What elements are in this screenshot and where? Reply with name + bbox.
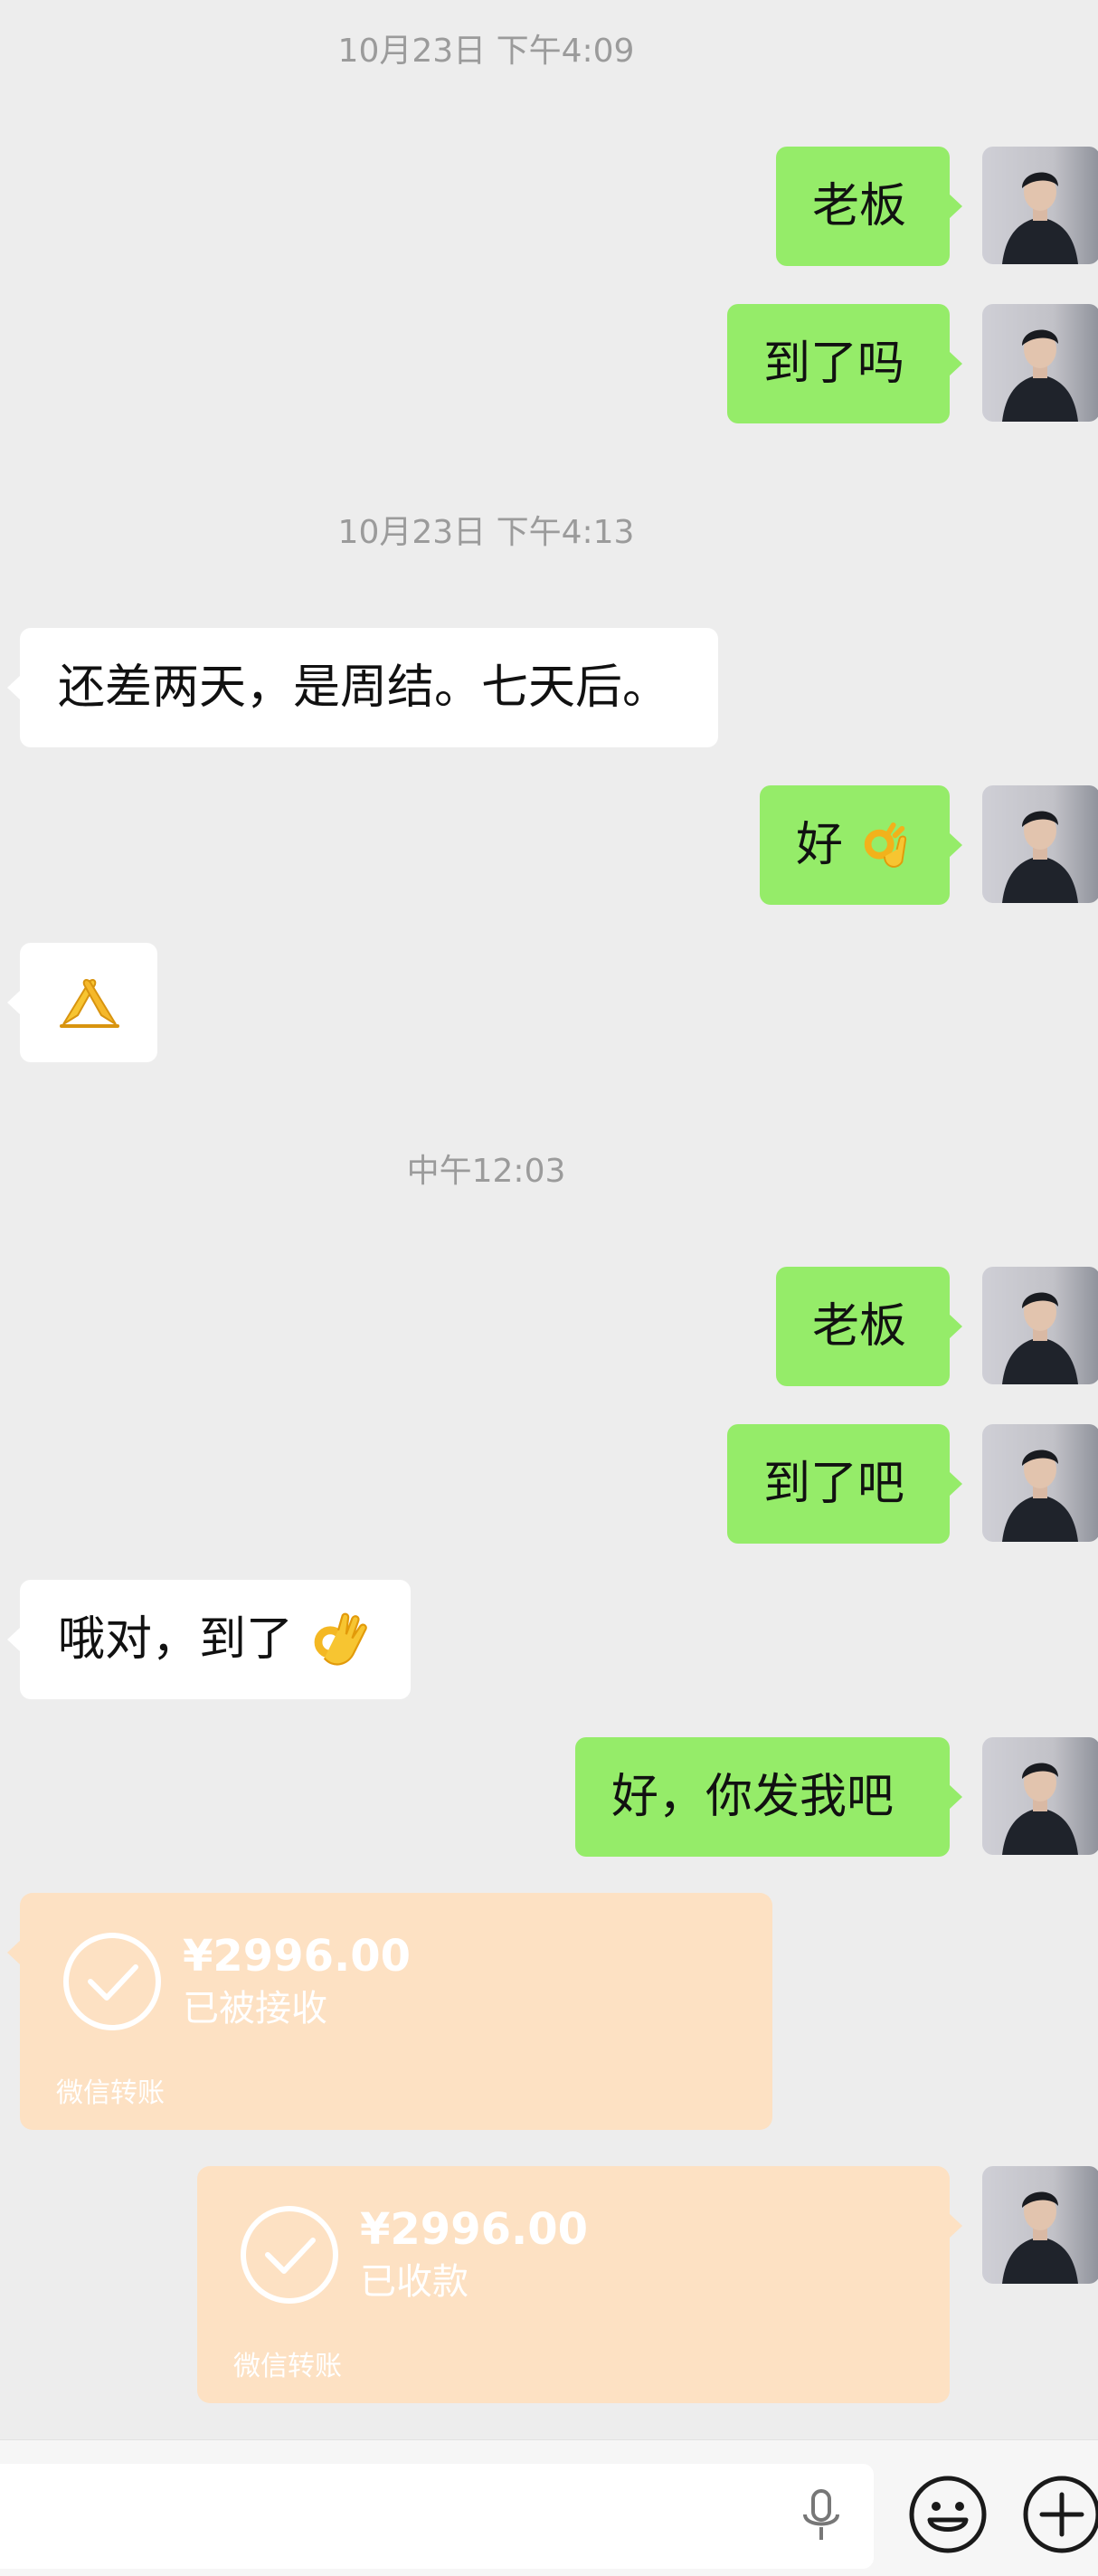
transfer-label: 微信转账	[56, 2077, 165, 2109]
message-text: 哦对，到了	[58, 1612, 294, 1667]
outgoing-message-bubble[interactable]: 到了吧	[727, 1424, 962, 1544]
transfer-card-sent[interactable]: ¥2996.00 已收款 微信转账	[197, 2166, 962, 2403]
incoming-message-bubble[interactable]	[7, 943, 157, 1062]
input-bar	[0, 2439, 1098, 2576]
message-text: 到了吧	[763, 1457, 905, 1511]
avatar[interactable]	[982, 2166, 1098, 2284]
avatar[interactable]	[982, 1737, 1098, 1855]
transfer-label: 微信转账	[233, 2351, 342, 2382]
timestamp: 中午12:03	[406, 1153, 566, 1190]
avatar-image	[1002, 1450, 1078, 1542]
transfer-status: 已收款	[360, 2261, 469, 2303]
avatar[interactable]	[982, 1424, 1098, 1542]
outgoing-message-bubble[interactable]: 好，你发我吧	[575, 1737, 962, 1857]
outgoing-message-bubble[interactable]: 老板	[776, 147, 962, 266]
check-circle-icon	[63, 1933, 161, 2030]
incoming-message-bubble[interactable]: 哦对，到了	[7, 1580, 411, 1699]
message-text: 老板	[812, 1299, 907, 1354]
message-text: 老板	[812, 179, 907, 233]
timestamp: 10月23日 下午4:13	[337, 514, 635, 551]
microphone-icon[interactable]	[796, 2487, 847, 2545]
transfer-amount: ¥2996.00	[360, 2204, 589, 2255]
avatar-image	[1002, 1763, 1078, 1855]
timestamp: 10月23日 下午4:09	[337, 33, 635, 70]
check-circle-icon	[241, 2206, 338, 2304]
outgoing-message-bubble[interactable]: 老板	[776, 1267, 962, 1386]
emoji-icon[interactable]	[906, 2473, 989, 2556]
message-text: 好，你发我吧	[611, 1770, 894, 1824]
avatar[interactable]	[982, 304, 1098, 422]
message-text: 还差两天，是周结。七天后。	[58, 661, 670, 715]
avatar[interactable]	[982, 1267, 1098, 1384]
incoming-message-bubble[interactable]: 还差两天，是周结。七天后。	[7, 628, 718, 747]
avatar-image	[1002, 1292, 1078, 1384]
transfer-status: 已被接收	[183, 1988, 327, 2029]
message-text: 好	[796, 818, 844, 872]
ok-hand-emoji-icon	[314, 1612, 367, 1666]
avatar-image	[1002, 329, 1078, 422]
avatar-image	[1002, 811, 1078, 903]
folded-hands-emoji-icon	[60, 979, 119, 1028]
avatar-image	[1002, 172, 1078, 264]
plus-icon[interactable]	[1020, 2473, 1098, 2556]
transfer-amount: ¥2996.00	[183, 1931, 412, 1982]
outgoing-message-bubble[interactable]: 到了吗	[727, 304, 962, 423]
outgoing-message-bubble[interactable]: 好	[760, 785, 962, 905]
transfer-card-received[interactable]: ¥2996.00 已被接收 微信转账	[7, 1893, 772, 2130]
message-text: 到了吗	[763, 337, 905, 391]
avatar[interactable]	[982, 147, 1098, 264]
ok-hand-emoji-icon	[864, 822, 906, 868]
avatar-image	[1002, 2191, 1078, 2284]
message-input[interactable]	[0, 2464, 874, 2569]
avatar[interactable]	[982, 785, 1098, 903]
